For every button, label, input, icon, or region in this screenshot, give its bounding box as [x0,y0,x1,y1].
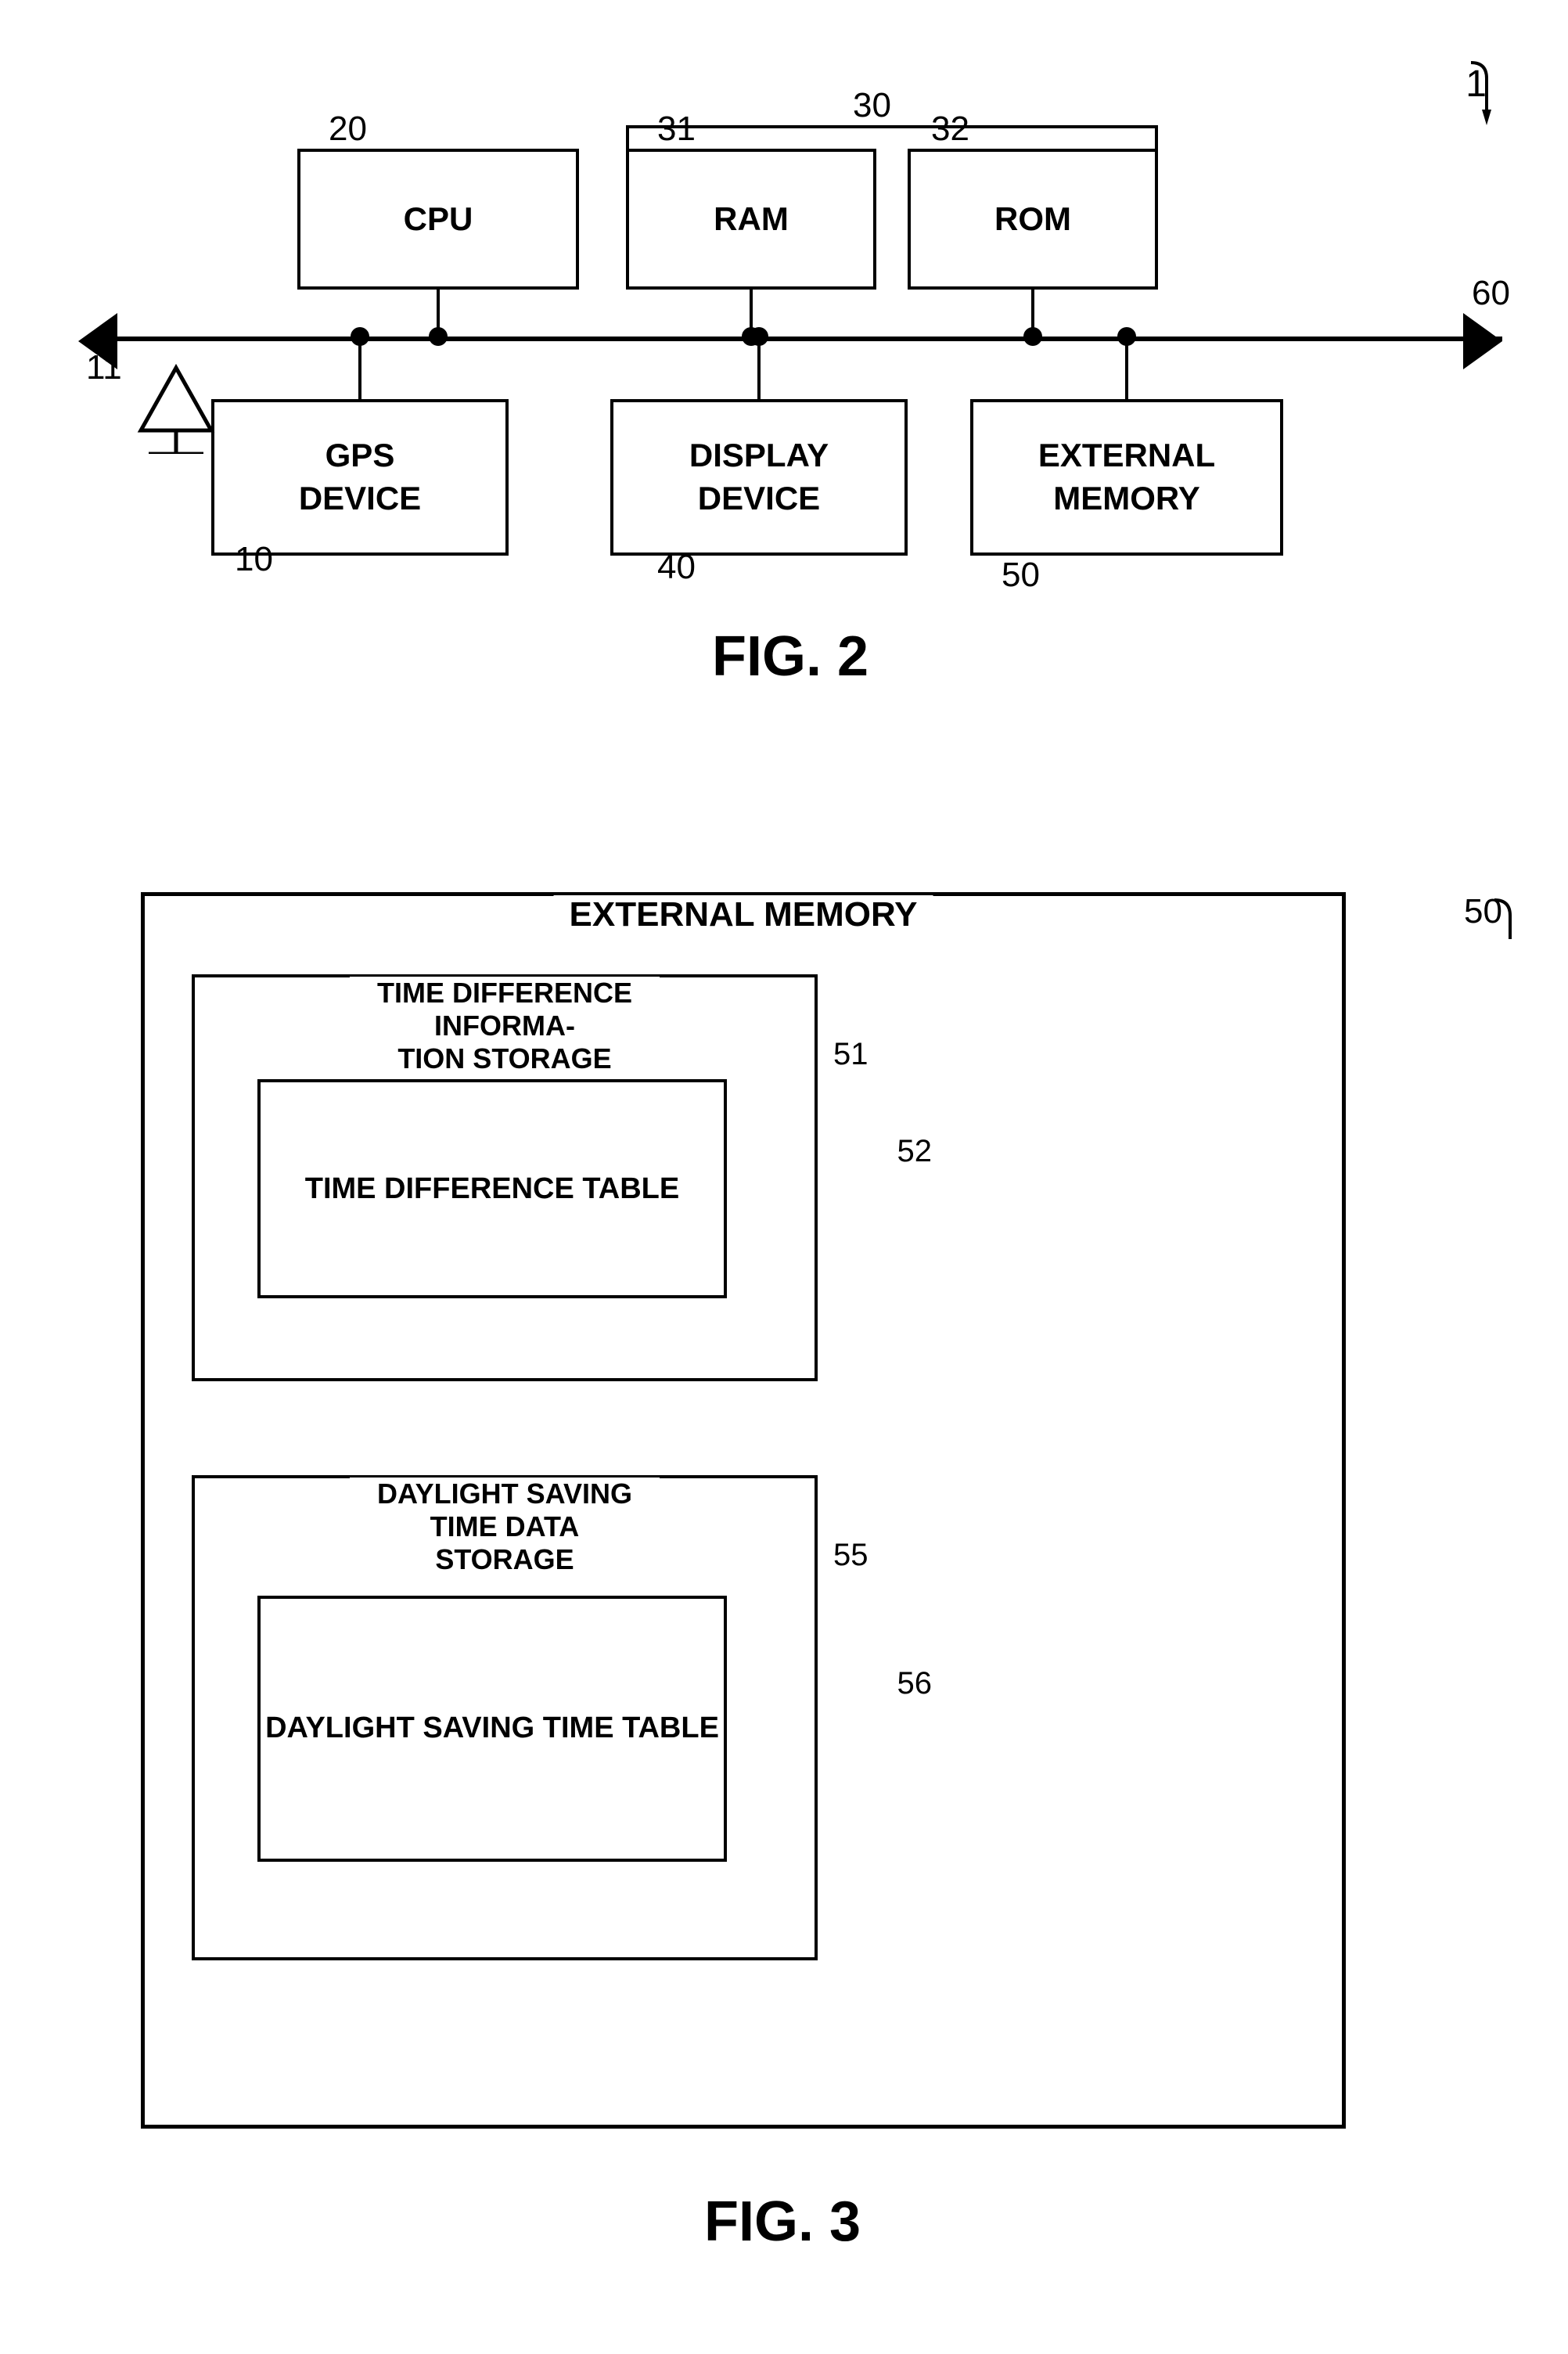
rom-label: ROM [994,200,1071,239]
gps-vline [358,340,361,402]
ref-20-label: 20 [329,110,367,149]
bus-line [110,337,1502,341]
cpu-label: CPU [404,200,473,239]
cpu-box: CPU [297,149,579,290]
ref-40-label: 40 [657,548,696,587]
rom-box: ROM [908,149,1158,290]
ref-30-label: 30 [853,86,891,125]
page: 1 30 60 CPU 20 RAM [0,0,1568,2354]
antenna-svg [125,352,227,454]
display-label: DISPLAYDEVICE [689,434,829,520]
ram-label: RAM [714,200,789,239]
outer-box: EXTERNAL MEMORY TIME DIFFERENCE INFORMA-… [141,892,1346,2129]
dst-table-label: DAYLIGHT SAVING TIME TABLE [265,1709,719,1748]
dst-storage-label: DAYLIGHT SAVING TIME DATA STORAGE [350,1478,660,1576]
ref1-arrow [1401,55,1494,133]
gps-label: GPSDEVICE [299,434,421,520]
ref-60-label: 60 [1472,274,1510,313]
bracket-30-h [626,125,1158,128]
ref-11-label: 11 [86,348,122,387]
fig2-diagram: 1 30 60 CPU 20 RAM [63,47,1518,689]
display-box: DISPLAYDEVICE [610,399,908,556]
ref-52-label: 52 [897,1134,933,1169]
extmem-bus-dot [1117,327,1136,346]
extmem-vline [1125,340,1128,402]
ref-31-label: 31 [657,110,696,149]
fig3-caption: FIG. 3 [704,2190,861,2254]
ram-box: RAM [626,149,876,290]
ref-51-label: 51 [833,1037,869,1072]
gps-bus-dot [351,327,369,346]
time-diff-table-label: TIME DIFFERENCE TABLE [305,1172,680,1206]
bus-triangle-right [1463,313,1502,369]
dst-table-box: DAYLIGHT SAVING TIME TABLE [257,1596,727,1862]
fig2-caption: FIG. 2 [712,624,869,689]
fig3-diagram: 50 EXTERNAL MEMORY TIME DIFFERENCE INFOR… [141,845,1424,2254]
ref-56-label: 56 [897,1666,933,1701]
ref-50-label: 50 [1002,556,1040,595]
rom-bus-dot [1023,327,1042,346]
extmem-label: EXTERNALMEMORY [1038,434,1215,520]
ref-10-label: 10 [235,540,273,579]
outer-box-label: EXTERNAL MEMORY [554,895,933,934]
time-diff-table-box: TIME DIFFERENCE TABLE [257,1079,727,1298]
time-diff-storage-box: TIME DIFFERENCE INFORMA- TION STORAGE TI… [192,974,818,1381]
extmem-box: EXTERNALMEMORY [970,399,1283,556]
dst-storage-box: DAYLIGHT SAVING TIME DATA STORAGE DAYLIG… [192,1475,818,1960]
ref-32-label: 32 [931,110,969,149]
cpu-bus-dot [429,327,448,346]
display-vline [757,340,761,402]
time-diff-storage-label: TIME DIFFERENCE INFORMA- TION STORAGE [350,977,660,1075]
ref-55-label: 55 [833,1538,869,1573]
display-bus-dot [750,327,768,346]
ref50-arrow [1416,884,1518,947]
gps-box: GPSDEVICE [211,399,509,556]
